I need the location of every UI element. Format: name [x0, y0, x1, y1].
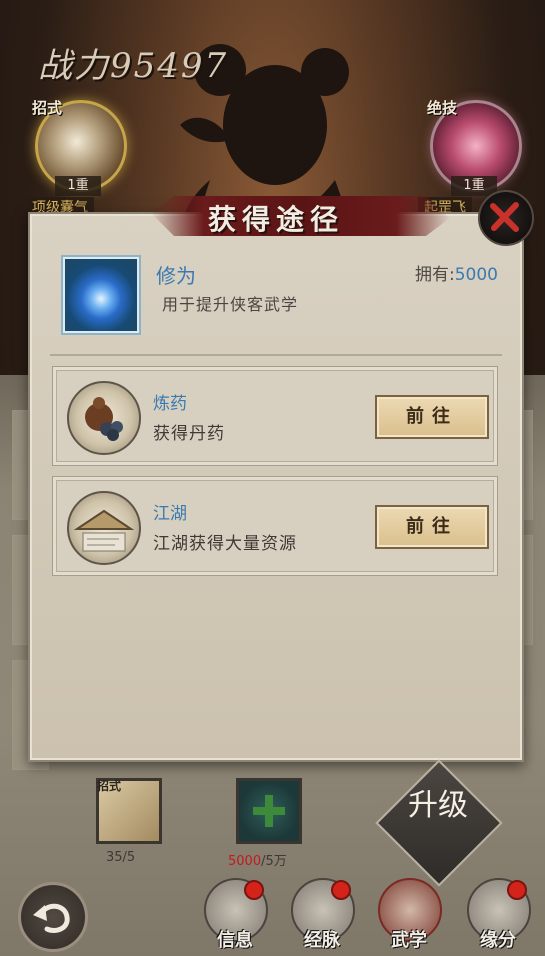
item-name: 修为: [156, 264, 196, 288]
item-owned: 拥有:5000: [415, 260, 498, 285]
material-cultivation[interactable]: [236, 778, 302, 844]
item-description: 用于提升侠客武学: [162, 295, 299, 314]
material-mid-need: /5万: [261, 854, 287, 869]
acquire-dialog: 获得途径 修为 拥有:5000 用于提升侠客武学 炼药 获得丹药 前往 江湖 江…: [28, 196, 524, 762]
notification-badge: [244, 880, 264, 900]
source-title: 江湖: [153, 504, 187, 524]
notification-badge: [331, 880, 351, 900]
power-readout: 战力95497: [38, 38, 228, 87]
plus-icon: [253, 795, 285, 827]
skill-left-level: 1重: [55, 176, 101, 196]
material-skill-scroll[interactable]: 招式: [96, 778, 162, 844]
skill-right-level: 1重: [451, 176, 497, 196]
item-owned-label: 拥有:: [415, 265, 455, 285]
nav-meridian-label: 经脉: [304, 930, 340, 951]
nav-info-label: 信息: [217, 930, 253, 951]
power-label: 战力: [38, 46, 110, 86]
nav-martial-arts[interactable]: 武学: [374, 872, 444, 956]
material-tag: 招式: [97, 779, 122, 793]
dialog-title: 获得途径: [207, 203, 344, 236]
material-mid-count: 5000/5万: [228, 850, 287, 869]
nav-info[interactable]: 信息: [200, 872, 270, 956]
source-row-jianghu: 江湖 江湖获得大量资源 前往: [52, 476, 498, 576]
nav-fate-label: 缘分: [480, 930, 516, 951]
close-icon: [490, 202, 519, 232]
close-button[interactable]: [478, 190, 534, 246]
source-title: 炼药: [153, 394, 187, 414]
go-button-medicine[interactable]: 前往: [375, 395, 489, 439]
power-value: 95497: [110, 46, 229, 86]
skill-left-tag: 招式: [32, 99, 63, 117]
notification-badge: [507, 880, 527, 900]
source-row-medicine: 炼药 获得丹药 前往: [52, 366, 498, 466]
nav-martial-arts-label: 武学: [391, 930, 427, 951]
nav-fate[interactable]: 缘分: [463, 872, 533, 956]
source-description: 江湖获得大量资源: [153, 534, 297, 554]
skill-right-tag: 绝技: [427, 99, 458, 117]
material-mid-have: 5000: [228, 854, 262, 869]
divider: [50, 354, 502, 356]
go-button-jianghu[interactable]: 前往: [375, 505, 489, 549]
cultivation-flame-icon: [61, 255, 141, 335]
back-button[interactable]: [18, 882, 88, 952]
source-description: 获得丹药: [153, 424, 225, 444]
item-owned-value: 5000: [454, 265, 498, 285]
jianghu-hat-icon: [67, 491, 141, 565]
medicine-icon: [67, 381, 141, 455]
back-arrow-icon: [33, 903, 70, 933]
nav-meridian[interactable]: 经脉: [287, 872, 357, 956]
material-left-count: 35/5: [106, 850, 136, 865]
